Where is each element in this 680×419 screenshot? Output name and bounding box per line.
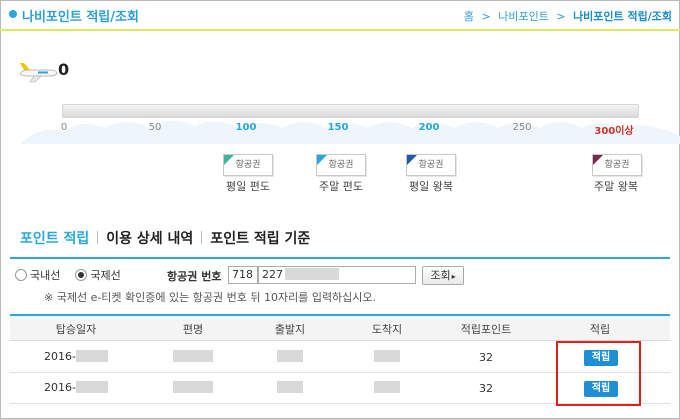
gauge-tick: 100 [235, 122, 257, 133]
reward-label: 평일 왕복 [409, 180, 453, 193]
search-button[interactable]: 조회▸ [422, 266, 464, 285]
col-header-origin: 출발지 [274, 323, 306, 336]
redacted-text [374, 381, 400, 393]
gauge-tick: 300이상 [594, 126, 634, 137]
tab-point-earn[interactable]: 포인트 적립 [20, 228, 89, 248]
redacted-text [173, 350, 213, 362]
route-radio-group: 국내선 국제선 [15, 267, 121, 283]
cloud-decoration [20, 120, 680, 144]
row-origin [277, 350, 303, 363]
breadcrumb: 홈 > 나비포인트 > 나비포인트 적립/조회 [460, 8, 672, 24]
tab-underline [10, 257, 670, 259]
radio-domestic[interactable] [15, 269, 27, 281]
radio-international-label: 국제선 [90, 269, 121, 282]
redacted-text [374, 350, 400, 362]
ticket-corner-icon [317, 155, 327, 165]
breadcrumb-navipoint[interactable]: 나비포인트 [498, 10, 549, 23]
breadcrumb-home[interactable]: 홈 [464, 10, 474, 23]
ticket-badge: 항공권 [592, 154, 642, 176]
airplane-icon [19, 63, 58, 83]
ticket-badge-label: 항공권 [235, 160, 261, 170]
ticket-badge-label: 항공권 [604, 160, 630, 170]
ticket-number-field[interactable]: 227 [258, 266, 416, 284]
ticket-corner-icon [407, 155, 417, 165]
ticket-number-value: 227 [262, 268, 283, 281]
highlight-box [556, 341, 641, 406]
ticket-corner-icon [593, 155, 603, 165]
tab-usage-history[interactable]: 이용 상세 내역 [106, 228, 193, 248]
row-destination [374, 350, 400, 363]
ticket-badge: 항공권 [406, 154, 456, 176]
ticket-badge: 항공권 [316, 154, 366, 176]
ticket-badge-label: 항공권 [328, 160, 354, 170]
reward-label: 주말 편도 [319, 180, 363, 193]
gauge-tick: 0 [60, 122, 68, 133]
col-header-destination: 도착지 [371, 323, 403, 336]
row-points: 32 [479, 382, 493, 395]
tab-divider [97, 231, 99, 244]
ticket-badge-label: 항공권 [418, 160, 444, 170]
row-origin [277, 381, 303, 394]
radio-domestic-label: 국내선 [30, 269, 61, 282]
col-header-date: 탑승일자 [55, 323, 97, 336]
redacted-text [173, 381, 213, 393]
tab-bar: 포인트 적립 이용 상세 내역 포인트 적립 기준 [20, 228, 310, 248]
row-points: 32 [479, 351, 493, 364]
reward-label: 주말 왕복 [594, 180, 638, 193]
ticket-badge: 항공권 [223, 154, 273, 176]
gauge-tick: 250 [512, 122, 532, 133]
notice-text: ※ 국제선 e-티켓 확인증에 있는 항공권 번호 뒤 10자리를 입력하십시오… [44, 291, 377, 304]
ticket-prefix-field[interactable]: 718 [228, 266, 258, 284]
row-flight [173, 350, 213, 363]
redacted-text [285, 268, 339, 280]
tab-earn-criteria[interactable]: 포인트 적립 기준 [210, 228, 310, 248]
radio-international[interactable] [75, 269, 88, 281]
redacted-text [277, 381, 303, 393]
search-button-label: 조회 [430, 269, 451, 282]
col-header-points: 적립포인트 [460, 323, 512, 336]
redacted-text [277, 350, 303, 362]
redacted-text [75, 381, 108, 393]
title-bullet-icon [9, 10, 17, 18]
tab-divider [201, 231, 203, 244]
row-date: 2016- [44, 381, 108, 394]
row-date-text: 2016- [44, 350, 76, 363]
page-header: 나비포인트 적립/조회 홈 > 나비포인트 > 나비포인트 적립/조회 [0, 0, 680, 30]
breadcrumb-separator: > [556, 10, 566, 23]
gauge-tick: 200 [418, 122, 440, 133]
col-header-action: 적립 [589, 323, 611, 336]
breadcrumb-current: 나비포인트 적립/조회 [573, 10, 672, 23]
arrow-right-icon: ▸ [451, 272, 456, 281]
ticket-number-label: 항공권 번호 [167, 270, 222, 283]
redacted-text [75, 350, 108, 362]
row-flight [173, 381, 213, 394]
table-header [10, 316, 670, 341]
page-title: 나비포인트 적립/조회 [22, 10, 139, 25]
col-header-flight: 편명 [182, 323, 204, 336]
breadcrumb-separator: > [481, 10, 491, 23]
row-destination [374, 381, 400, 394]
current-points: 0 [58, 60, 70, 79]
gauge-tick: 150 [327, 122, 349, 133]
header-divider [0, 29, 680, 31]
row-date-text: 2016- [44, 381, 76, 394]
gauge-tick: 50 [148, 122, 162, 133]
ticket-corner-icon [224, 155, 234, 165]
row-date: 2016- [44, 350, 108, 363]
reward-label: 평일 편도 [226, 180, 270, 193]
